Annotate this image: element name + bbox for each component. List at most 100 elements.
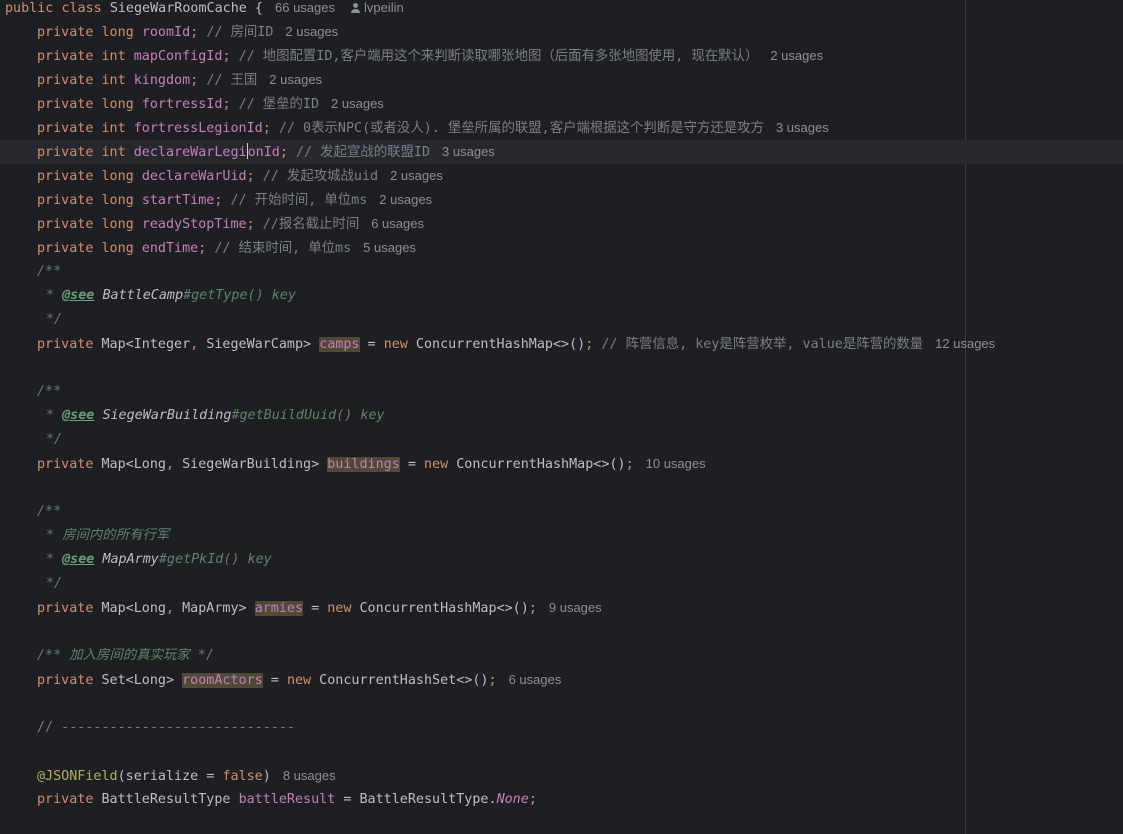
doc-star: * [46, 288, 55, 303]
see-class-ref[interactable]: MapArmy [102, 552, 158, 567]
usages-hint[interactable]: 2 usages [379, 192, 432, 207]
javadoc-close[interactable]: */ [0, 308, 1123, 332]
usages-hint[interactable]: 8 usages [283, 768, 336, 783]
usages-hint[interactable]: 6 usages [371, 216, 424, 231]
author-hint[interactable]: lvpeilin [351, 0, 404, 15]
class-name: SiegeWarRoomCache [109, 1, 247, 16]
keyword-new: new [286, 673, 312, 688]
keyword-private: private [37, 145, 94, 160]
usages-hint[interactable]: 2 usages [331, 96, 384, 111]
code-line-field[interactable]: private int kingdom; // 王国 2 usages [0, 68, 1123, 92]
javadoc-inline[interactable]: /** 加入房间的真实玩家 */ [0, 644, 1123, 668]
javadoc-open[interactable]: /** [0, 380, 1123, 404]
code-line-field-current[interactable]: private int declareWarLegionId; // 发起宣战的… [0, 140, 1123, 164]
code-line-camps[interactable]: private Map<Integer, SiegeWarCamp> camps… [0, 332, 1123, 356]
semicolon: ; [528, 601, 537, 616]
semicolon: ; [190, 25, 199, 40]
separator-comment: // ----------------------------- [37, 720, 295, 735]
see-tag[interactable]: @see [62, 408, 94, 423]
code-line-field[interactable]: private long readyStopTime; //报名截止时间 6 us… [0, 212, 1123, 236]
annotation-close: ) [262, 769, 271, 784]
field-name: battleResult [238, 792, 336, 807]
code-line-room-actors[interactable]: private Set<Long> roomActors = new Concu… [0, 668, 1123, 692]
javadoc-see[interactable]: * @see BattleCamp#getType() key [0, 284, 1123, 308]
doc-close: */ [46, 576, 63, 591]
code-line-buildings[interactable]: private Map<Long, SiegeWarBuilding> buil… [0, 452, 1123, 476]
line-comment: // 房间ID [206, 25, 274, 40]
javadoc-see[interactable]: * @see MapArmy#getPkId() key [0, 548, 1123, 572]
usages-hint[interactable]: 2 usages [390, 168, 443, 183]
code-line-class-decl[interactable]: public class SiegeWarRoomCache {66 usage… [0, 0, 1123, 20]
usages-hint[interactable]: 6 usages [509, 672, 562, 687]
annotation-args: (serialize = [117, 769, 223, 784]
usages-hint[interactable]: 5 usages [363, 240, 416, 255]
keyword-class: class [61, 1, 102, 16]
author-name: lvpeilin [364, 0, 404, 15]
javadoc-close[interactable]: */ [0, 572, 1123, 596]
code-line-field[interactable]: private long declareWarUid; // 发起攻城战uid 2… [0, 164, 1123, 188]
field-name-highlighted: buildings [327, 457, 400, 472]
usages-hint[interactable]: 12 usages [935, 336, 995, 351]
usages-hint[interactable]: 10 usages [646, 456, 706, 471]
usages-hint[interactable]: 66 usages [275, 0, 335, 15]
see-tag[interactable]: @see [62, 552, 94, 567]
code-line-armies[interactable]: private Map<Long, MapArmy> armies = new … [0, 596, 1123, 620]
usages-hint[interactable]: 2 usages [269, 72, 322, 87]
field-type: SiegeWarCamp> [198, 337, 312, 352]
field-name-highlighted: roomActors [182, 673, 263, 688]
assign: = [262, 673, 287, 688]
code-line-field[interactable]: private int fortressLegionId; // 0表示NPC(… [0, 116, 1123, 140]
code-line-field[interactable]: private long roomId; // 房间ID 2 usages [0, 20, 1123, 44]
semicolon: ; [214, 193, 223, 208]
usages-hint[interactable]: 2 usages [285, 24, 338, 39]
code-line-field[interactable]: private long startTime; // 开始时间, 单位ms 2 u… [0, 188, 1123, 212]
doc-star: * [46, 552, 55, 567]
field-name: endTime [141, 241, 199, 256]
usages-hint[interactable]: 9 usages [549, 600, 602, 615]
see-member: #getType() key [183, 288, 296, 303]
code-line-annotation[interactable]: @JSONField(serialize = false) 8 usages [0, 764, 1123, 788]
see-member: #getBuildUuid() key [231, 408, 385, 423]
assign: = [335, 792, 360, 807]
person-icon [351, 3, 360, 13]
semicolon: ; [222, 97, 231, 112]
field-name-part: onId [247, 145, 280, 160]
usages-hint[interactable]: 3 usages [442, 144, 495, 159]
separator-comment-line[interactable]: // ----------------------------- [0, 716, 1123, 740]
doc-star: * [46, 528, 55, 543]
code-editor[interactable]: public class SiegeWarRoomCache {66 usage… [0, 0, 1123, 834]
usages-hint[interactable]: 2 usages [770, 48, 823, 63]
keyword-private: private [37, 25, 94, 40]
keyword-public: public [5, 1, 54, 16]
semicolon: ; [190, 73, 199, 88]
code-line-field[interactable]: private long fortressId; // 堡垒的ID 2 usage… [0, 92, 1123, 116]
field-type: Set<Long> [101, 673, 175, 688]
keyword-private: private [37, 49, 94, 64]
see-class-ref[interactable]: SiegeWarBuilding [102, 408, 231, 423]
javadoc-desc[interactable]: * 房间内的所有行军 [0, 524, 1123, 548]
javadoc-open[interactable]: /** [0, 260, 1123, 284]
javadoc-close[interactable]: */ [0, 428, 1123, 452]
see-tag[interactable]: @see [62, 288, 94, 303]
line-comment: // 0表示NPC(或者没人). 堡垒所属的联盟,客户端根据这个判断是守方还是攻… [278, 121, 764, 136]
semicolon: ; [222, 49, 231, 64]
see-class-ref[interactable]: BattleCamp [102, 288, 183, 303]
keyword-private: private [37, 601, 94, 616]
open-brace: { [246, 1, 263, 16]
usages-hint[interactable]: 3 usages [776, 120, 829, 135]
field-type: long [101, 241, 134, 256]
keyword-private: private [37, 217, 94, 232]
doc-description: 房间内的所有行军 [62, 528, 170, 543]
code-line-battle-result[interactable]: private BattleResultType battleResult = … [0, 788, 1123, 812]
semicolon: ; [279, 145, 288, 160]
code-line-field[interactable]: private long endTime; // 结束时间, 单位ms 5 usa… [0, 236, 1123, 260]
javadoc-see[interactable]: * @see SiegeWarBuilding#getBuildUuid() k… [0, 404, 1123, 428]
line-comment: // 开始时间, 单位ms [230, 193, 368, 208]
keyword-private: private [37, 457, 94, 472]
doc-close: */ [46, 432, 63, 447]
javadoc-open[interactable]: /** [0, 500, 1123, 524]
doc-open: /** [37, 504, 62, 519]
initializer: ConcurrentHashSet<>() [311, 673, 489, 688]
code-line-field[interactable]: private int mapConfigId; // 地图配置ID,客户端用这… [0, 44, 1123, 68]
field-type: long [101, 25, 134, 40]
